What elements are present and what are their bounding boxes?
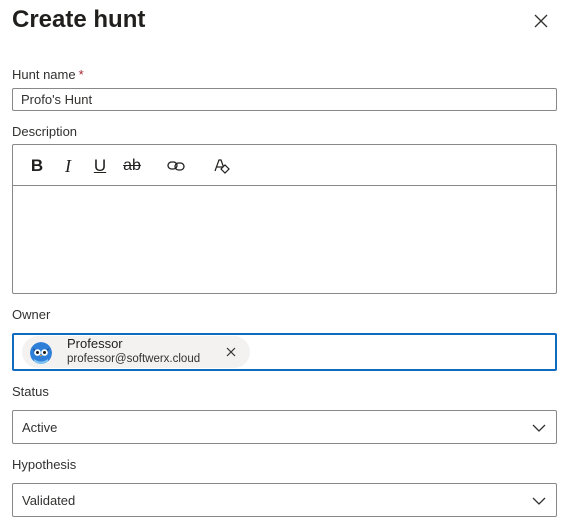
hypothesis-dropdown[interactable]: Validated bbox=[12, 483, 557, 517]
owl-avatar-icon bbox=[30, 342, 52, 364]
close-icon bbox=[534, 14, 548, 28]
persona-email: professor@softwerx.cloud bbox=[67, 353, 201, 365]
required-marker: * bbox=[78, 67, 84, 82]
bold-button[interactable]: B bbox=[24, 153, 50, 179]
hunt-name-label-text: Hunt name bbox=[12, 67, 76, 82]
owner-persona-chip[interactable]: Professor professor@softwerx.cloud bbox=[22, 336, 250, 368]
hunt-name-label: Hunt name * bbox=[12, 66, 84, 84]
clear-format-icon bbox=[214, 159, 230, 174]
insert-link-button[interactable] bbox=[163, 153, 189, 179]
status-selected-value: Active bbox=[22, 420, 58, 435]
persona-name: Professor bbox=[67, 336, 123, 351]
avatar bbox=[30, 342, 52, 364]
close-icon bbox=[226, 347, 236, 357]
status-label: Status bbox=[12, 384, 49, 399]
description-text-area[interactable] bbox=[13, 187, 556, 293]
link-icon bbox=[167, 161, 185, 171]
strikethrough-button[interactable]: ab bbox=[119, 153, 145, 179]
chevron-down-icon bbox=[532, 424, 546, 432]
panel-title: Create hunt bbox=[12, 6, 146, 33]
owner-picker[interactable]: Professor professor@softwerx.cloud bbox=[12, 333, 557, 371]
formatting-toolbar: B I U ab bbox=[13, 145, 556, 186]
chevron-down-icon bbox=[532, 497, 546, 505]
hunt-name-input[interactable] bbox=[12, 88, 557, 111]
description-label: Description bbox=[12, 124, 78, 139]
close-button[interactable] bbox=[529, 9, 553, 33]
remove-owner-button[interactable] bbox=[221, 342, 241, 362]
clear-formatting-button[interactable] bbox=[208, 153, 234, 179]
owner-label: Owner bbox=[12, 307, 51, 322]
hypothesis-label: Hypothesis bbox=[12, 457, 77, 472]
underline-button[interactable]: U bbox=[87, 153, 113, 179]
italic-button[interactable]: I bbox=[55, 153, 81, 179]
hypothesis-selected-value: Validated bbox=[22, 493, 76, 508]
status-dropdown[interactable]: Active bbox=[12, 410, 557, 444]
description-editor: B I U ab bbox=[12, 144, 557, 294]
